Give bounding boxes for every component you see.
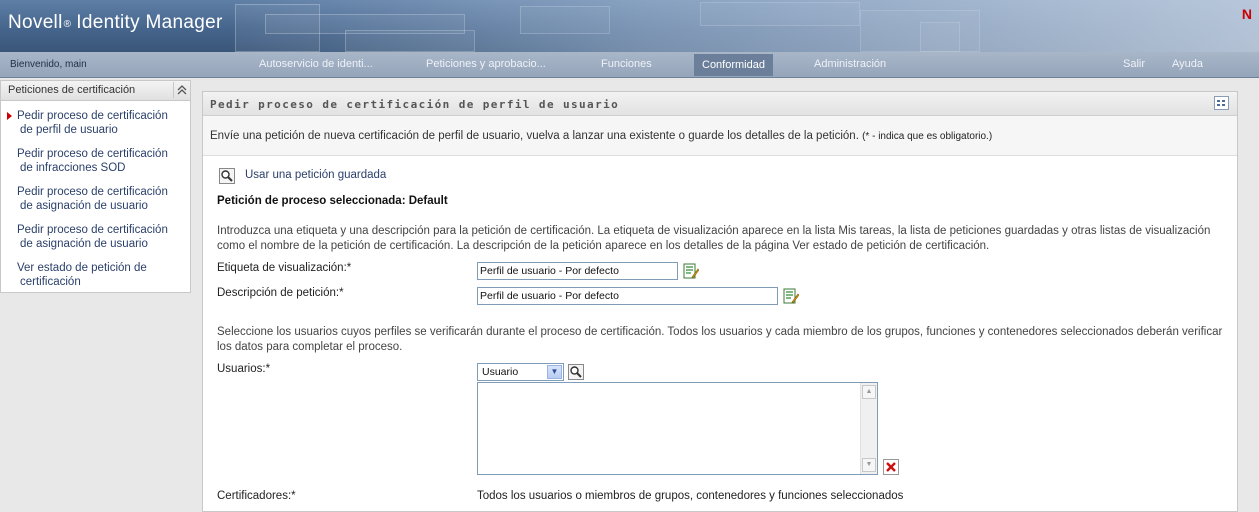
sidebar-item-label: de asignación de usuario bbox=[20, 200, 148, 212]
tab-conformidad[interactable]: Conformidad bbox=[694, 54, 773, 76]
sidebar-item-label: certificación bbox=[20, 276, 81, 288]
sidebar-item-label: Pedir proceso de certificación bbox=[17, 110, 168, 122]
sidebar-item-profile-certification[interactable]: Pedir proceso de certificación de perfil… bbox=[1, 109, 190, 137]
sidebar-item-label: de infracciones SOD bbox=[20, 162, 126, 174]
display-label-label: Etiqueta de visualización:* bbox=[217, 262, 352, 274]
novell-n-logo: N bbox=[1241, 6, 1252, 22]
sidebar-item-label: Pedir proceso de certificación bbox=[17, 224, 168, 236]
localize-edit-icon[interactable] bbox=[783, 288, 800, 307]
sidebar-item-user-assignment-certification[interactable]: Pedir proceso de certificación de asigna… bbox=[1, 185, 190, 213]
sidebar-item-label: de asignación de usuario bbox=[20, 238, 148, 250]
scroll-up-icon[interactable]: ▲ bbox=[862, 385, 876, 399]
panel-options-icon[interactable] bbox=[1214, 96, 1229, 110]
user-type-selected: Usuario bbox=[482, 366, 519, 378]
chevron-down-icon: ▼ bbox=[547, 365, 562, 379]
welcome-text: Bienvenido, main bbox=[10, 59, 87, 70]
user-type-select[interactable]: Usuario ▼ bbox=[477, 363, 564, 381]
description-bar: Envíe una petición de nueva certificació… bbox=[203, 116, 1237, 156]
request-description-label: Descripción de petición:* bbox=[217, 287, 344, 299]
sidebar-item-label: Pedir proceso de certificación bbox=[17, 186, 168, 198]
certifiers-value: Todos los usuarios o miembros de grupos,… bbox=[477, 490, 904, 502]
main-panel-header: Pedir proceso de certificación de perfil… bbox=[203, 92, 1237, 116]
request-description-input[interactable] bbox=[477, 287, 778, 305]
scroll-down-icon[interactable]: ▼ bbox=[862, 458, 876, 472]
tab-autoservicio[interactable]: Autoservicio de identi... bbox=[251, 52, 381, 77]
magnifier-icon[interactable] bbox=[568, 364, 584, 383]
brand-registered-mark: ® bbox=[63, 19, 72, 30]
logout-link[interactable]: Salir bbox=[1115, 52, 1153, 77]
listbox-scrollbar[interactable]: ▲ ▼ bbox=[860, 383, 877, 474]
intro-paragraph: Introduzca una etiqueta y una descripció… bbox=[217, 225, 1211, 252]
sidebar-item-sod-certification[interactable]: Pedir proceso de certificación de infrac… bbox=[1, 147, 190, 175]
double-chevron-up-icon[interactable] bbox=[173, 82, 189, 98]
sidebar-item-user-assignment-certification-2[interactable]: Pedir proceso de certificación de asigna… bbox=[1, 223, 190, 251]
sidebar-title: Peticiones de certificación bbox=[8, 84, 136, 96]
sidebar-item-certification-status[interactable]: Ver estado de petición de certificación bbox=[1, 261, 190, 289]
selected-process-heading: Petición de proceso seleccionada: Defaul… bbox=[217, 195, 448, 207]
tab-funciones[interactable]: Funciones bbox=[593, 52, 660, 77]
sidebar-item-label: Ver estado de petición de bbox=[17, 262, 147, 274]
users-paragraph: Seleccione los usuarios cuyos perfiles s… bbox=[217, 326, 1223, 353]
top-navigation-bar: Bienvenido, main Autoservicio de identi.… bbox=[0, 52, 1259, 78]
product-name: Identity Manager bbox=[76, 12, 223, 33]
sidebar-item-label: Pedir proceso de certificación bbox=[17, 148, 168, 160]
users-listbox[interactable]: ▲ ▼ bbox=[477, 382, 878, 475]
description-text: Envíe una petición de nueva certificació… bbox=[210, 130, 859, 142]
tab-administracion[interactable]: Administración bbox=[806, 52, 894, 77]
sidebar-header: Peticiones de certificación bbox=[1, 81, 190, 101]
display-label-input[interactable] bbox=[477, 262, 678, 280]
sidebar-item-label: de perfil de usuario bbox=[20, 124, 118, 136]
product-brand: Novell® Identity Manager bbox=[8, 12, 223, 34]
tab-peticiones[interactable]: Peticiones y aprobacio... bbox=[418, 52, 554, 77]
main-panel: Pedir proceso de certificación de perfil… bbox=[202, 91, 1238, 512]
page-description: Envíe una petición de nueva certificació… bbox=[210, 130, 992, 142]
users-label: Usuarios:* bbox=[217, 363, 271, 375]
header-banner: Novell® Identity Manager N bbox=[0, 0, 1259, 52]
page-title: Pedir proceso de certificación de perfil… bbox=[210, 98, 620, 111]
certifiers-label: Certificadores:* bbox=[217, 490, 296, 502]
required-note: (* - indica que es obligatorio.) bbox=[862, 131, 993, 142]
selected-arrow-icon bbox=[7, 112, 12, 120]
brand-name: Novell bbox=[8, 12, 63, 33]
remove-icon[interactable] bbox=[883, 459, 899, 478]
sidebar-panel: Peticiones de certificación Pedir proces… bbox=[0, 80, 191, 293]
use-saved-request-link[interactable]: Usar una petición guardada bbox=[245, 169, 386, 181]
banner-fade bbox=[230, 0, 1259, 52]
localize-edit-icon[interactable] bbox=[683, 263, 700, 282]
magnifier-icon[interactable] bbox=[219, 168, 235, 187]
help-link[interactable]: Ayuda bbox=[1164, 52, 1211, 77]
